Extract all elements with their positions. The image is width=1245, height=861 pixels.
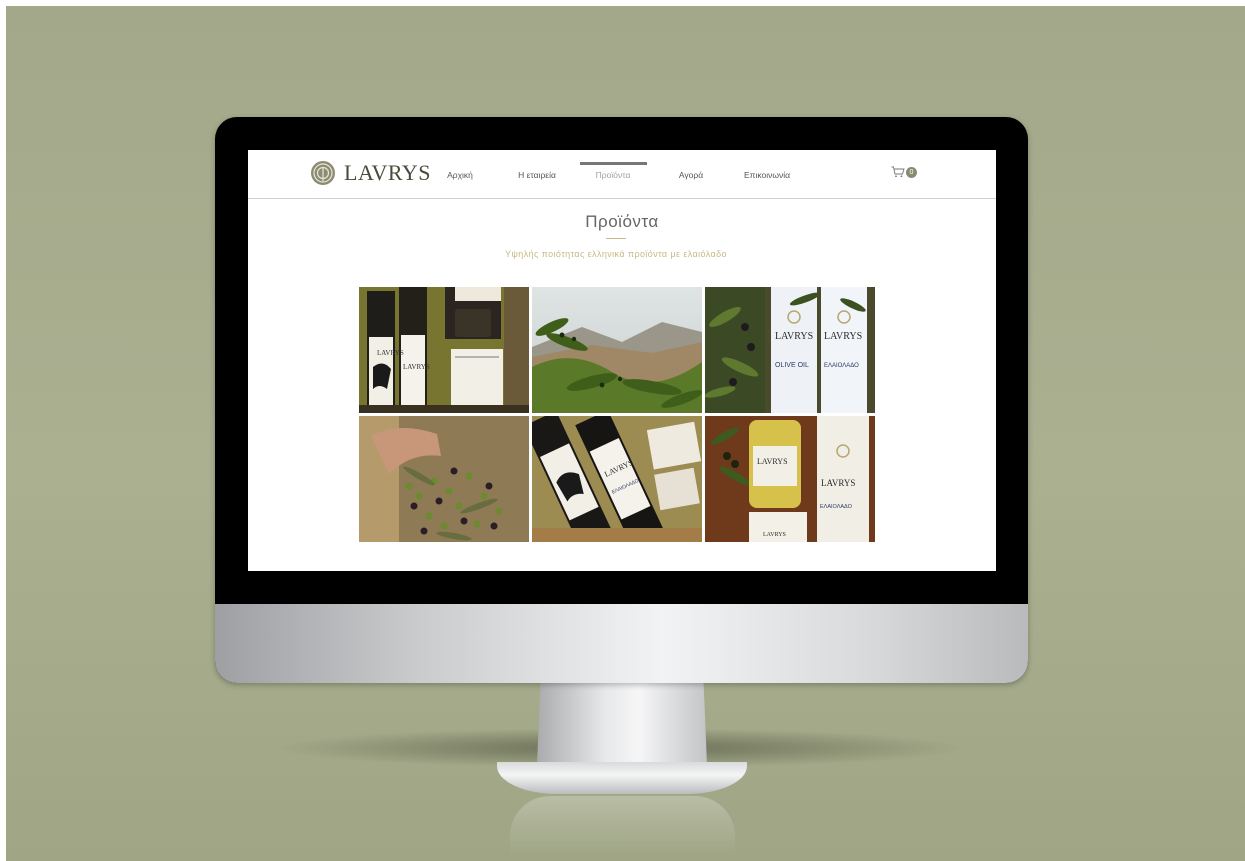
site-header: LAVRYS Αρχική Η εταιρεία Προϊόντα Αγορά … <box>248 150 996 199</box>
nav-item-contact[interactable]: Επικοινωνία <box>744 170 790 180</box>
backdrop-edge-top <box>0 0 1245 6</box>
site-logo[interactable]: LAVRYS <box>310 158 431 188</box>
monitor-chin <box>215 604 1028 683</box>
website-screen: LAVRYS Αρχική Η εταιρεία Προϊόντα Αγορά … <box>248 150 996 571</box>
cart-count-badge: 0 <box>906 166 917 178</box>
title-divider <box>606 238 626 239</box>
cart-button[interactable]: 0 <box>891 166 917 178</box>
gallery-tile-gift-box[interactable]: LAVRYS LAVRYS <box>359 287 529 413</box>
page-subtitle: Υψηλής ποιότητας ελληνικά προϊόντα με ελ… <box>505 249 727 259</box>
gift-box-bottles-photo: LAVRYS LAVRYS <box>359 287 529 413</box>
nav-item-products[interactable]: Προϊόντα <box>596 170 631 180</box>
bottles-in-crate-photo: LAVRYS ΕΛΑΙΟΛΑΔΟ <box>532 416 702 542</box>
bottle-product-text: ΕΛΑΙΟΛΑΔΟ <box>820 504 853 510</box>
brand-name: LAVRYS <box>344 160 431 185</box>
harvested-olives-hand-photo <box>359 416 529 542</box>
nav-item-home[interactable]: Αρχική <box>447 170 473 180</box>
gallery-tile-olive-oil-bottles[interactable]: LAVRYS LAVRYS OLIVE OIL ΕΛΑΙΟΛΑΔΟ <box>705 287 875 413</box>
bottle-label-text: LAVRYS <box>377 349 404 357</box>
gallery-tile-oil-jar-bottle[interactable]: LAVRYS LAVRYS ΕΛΑΙΟΛΑΔΟ LAVRYS <box>705 416 875 542</box>
nav-item-company[interactable]: Η εταιρεία <box>518 170 556 180</box>
bottle-brand-text-right: LAVRYS <box>824 331 862 342</box>
oil-jar-and-bottle-photo: LAVRYS LAVRYS ΕΛΑΙΟΛΑΔΟ LAVRYS <box>705 416 875 542</box>
jar-brand-text: LAVRYS <box>757 457 788 466</box>
page-title: Προϊόντα <box>585 212 659 231</box>
olive-oil-label-text: OLIVE OIL <box>775 362 809 369</box>
olive-grove-mountain-photo <box>532 287 702 413</box>
backdrop-edge-left <box>0 0 6 861</box>
elaiolado-label-text: ΕΛΑΙΟΛΑΔΟ <box>824 363 859 369</box>
olive-logo-icon <box>311 161 335 185</box>
nav-item-shop[interactable]: Αγορά <box>679 170 703 180</box>
gallery-tile-bottles-crate[interactable]: LAVRYS ΕΛΑΙΟΛΑΔΟ <box>532 416 702 542</box>
box-brand-text: LAVRYS <box>763 532 786 538</box>
bottle-brand-text: LAVRYS <box>821 478 855 488</box>
nav-active-indicator <box>580 162 647 165</box>
bottle-brand-text-left: LAVRYS <box>775 331 813 342</box>
product-gallery: LAVRYS LAVRYS LAVRYS LAVRYS OLIVE OIL ΕΛ… <box>359 287 876 543</box>
gallery-tile-harvested-olives[interactable] <box>359 416 529 542</box>
monitor-stand <box>537 683 707 765</box>
imac-monitor: LAVRYS Αρχική Η εταιρεία Προϊόντα Αγορά … <box>215 117 1028 683</box>
cart-icon <box>891 166 905 178</box>
gallery-tile-olive-grove[interactable] <box>532 287 702 413</box>
monitor-base <box>497 762 747 794</box>
bottle-label-text-2: LAVRYS <box>403 363 430 371</box>
olive-oil-bottles-branches-photo: LAVRYS LAVRYS OLIVE OIL ΕΛΑΙΟΛΑΔΟ <box>705 287 875 413</box>
base-reflection <box>510 796 735 856</box>
